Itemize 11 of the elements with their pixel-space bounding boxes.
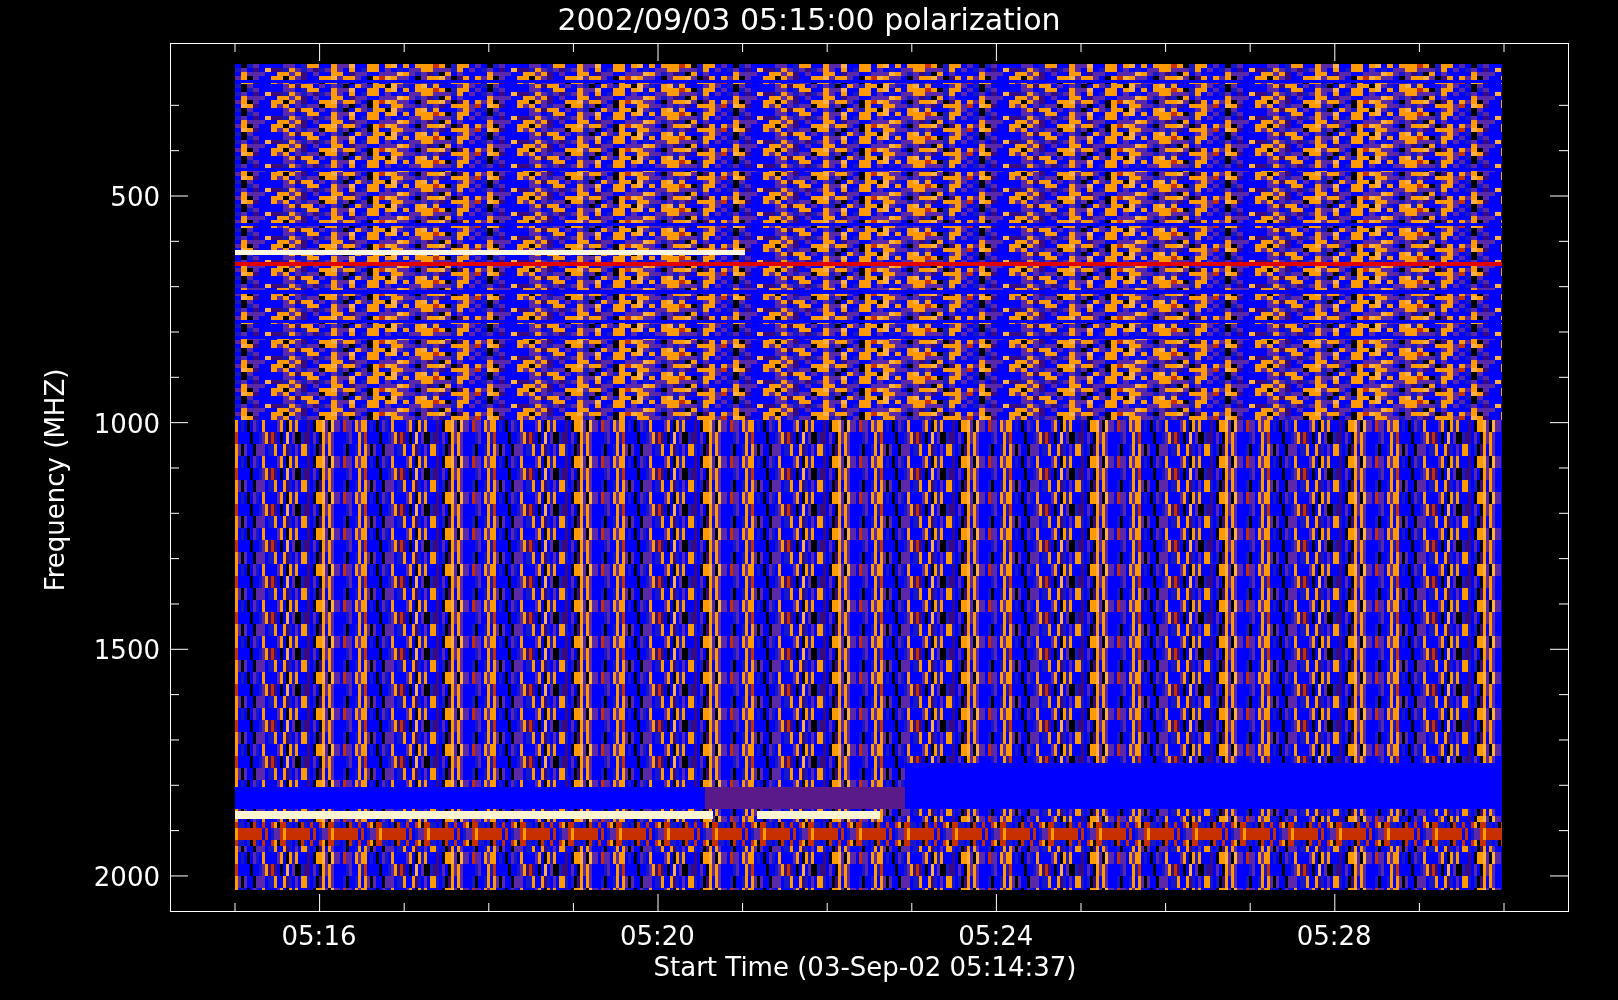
y-tick-label: 500 [110, 182, 160, 212]
y-tick-label: 1500 [93, 635, 160, 666]
chart-title: 2002/09/03 05:15:00 polarization [557, 2, 1061, 37]
x-tick-label: 05:20 [619, 921, 695, 951]
x-axis-label: Start Time (03-Sep-02 05:14:37) [653, 952, 1077, 982]
x-tick-label: 05:16 [281, 921, 357, 951]
y-axis-label: Frequency (MHZ) [40, 368, 70, 592]
x-tick-label: 05:28 [1296, 921, 1372, 951]
y-tick-label: 2000 [93, 861, 160, 892]
y-tick-label: 1000 [93, 408, 160, 439]
x-tick-label: 05:24 [958, 921, 1034, 951]
